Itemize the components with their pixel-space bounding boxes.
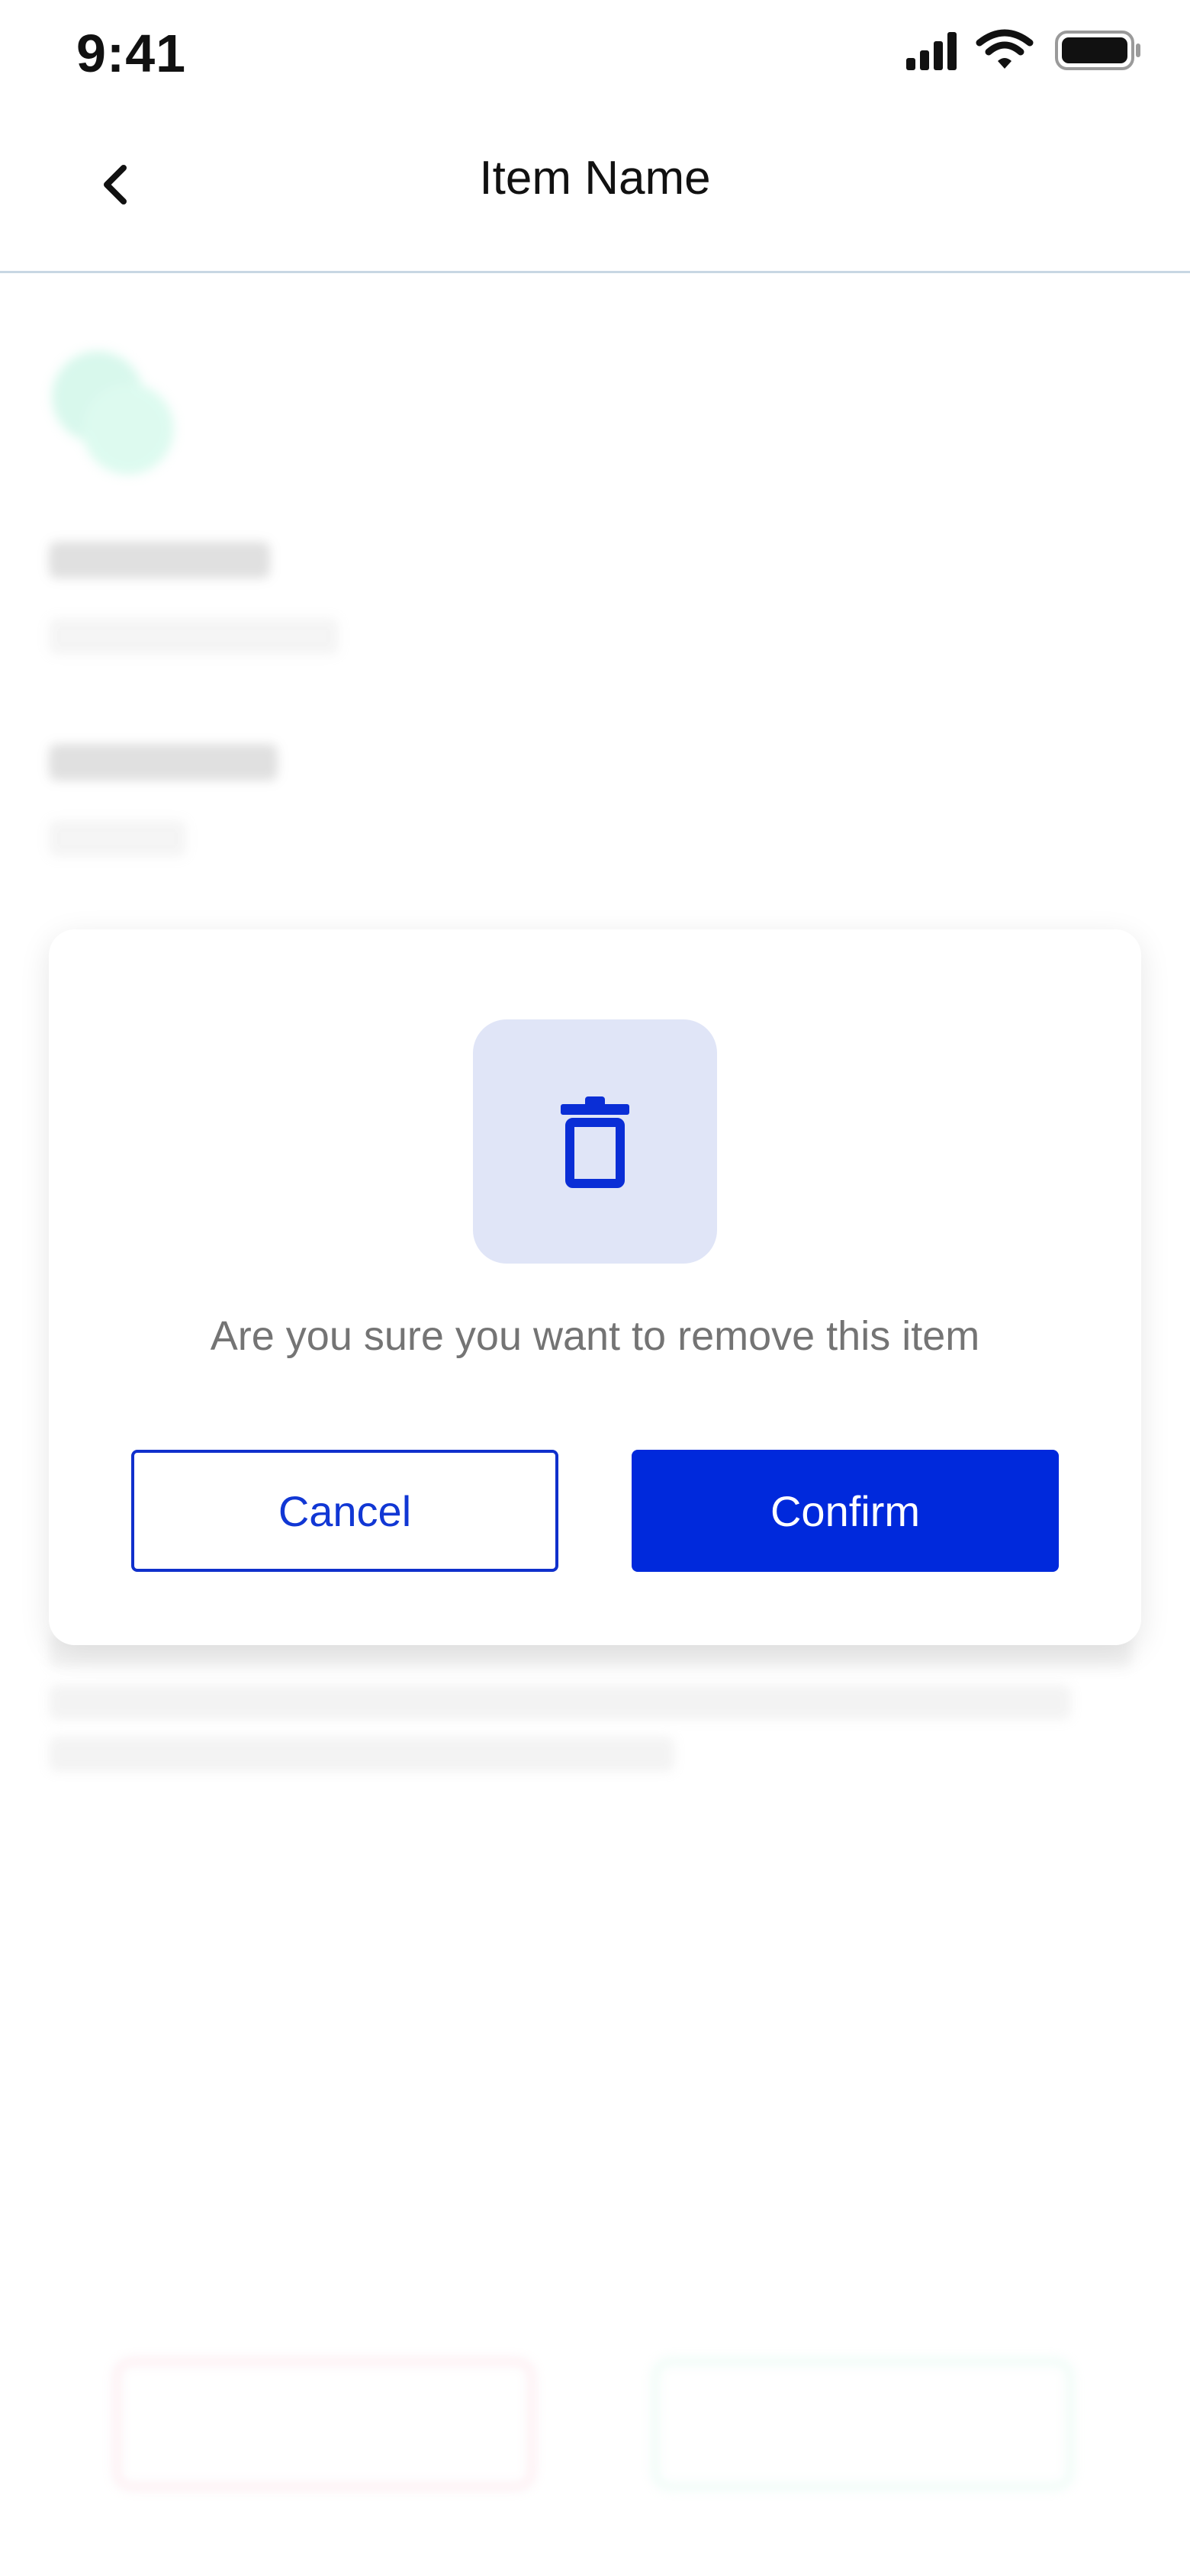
app-header: Item Name	[0, 104, 1190, 273]
modal-message: Are you sure you want to remove this ite…	[210, 1313, 980, 1359]
status-time: 9:41	[76, 24, 187, 83]
status-bar: 9:41	[0, 0, 1190, 104]
page-title: Item Name	[479, 152, 711, 204]
confirm-remove-dialog: Are you sure you want to remove this ite…	[49, 929, 1141, 1645]
battery-icon	[1055, 31, 1140, 70]
modal-icon-container	[473, 1019, 717, 1264]
wifi-icon	[976, 29, 1034, 69]
cellular-signal-icon	[906, 32, 957, 70]
cancel-button[interactable]: Cancel	[131, 1450, 558, 1572]
confirm-button[interactable]: Confirm	[632, 1450, 1059, 1572]
trash-icon	[561, 1096, 629, 1188]
